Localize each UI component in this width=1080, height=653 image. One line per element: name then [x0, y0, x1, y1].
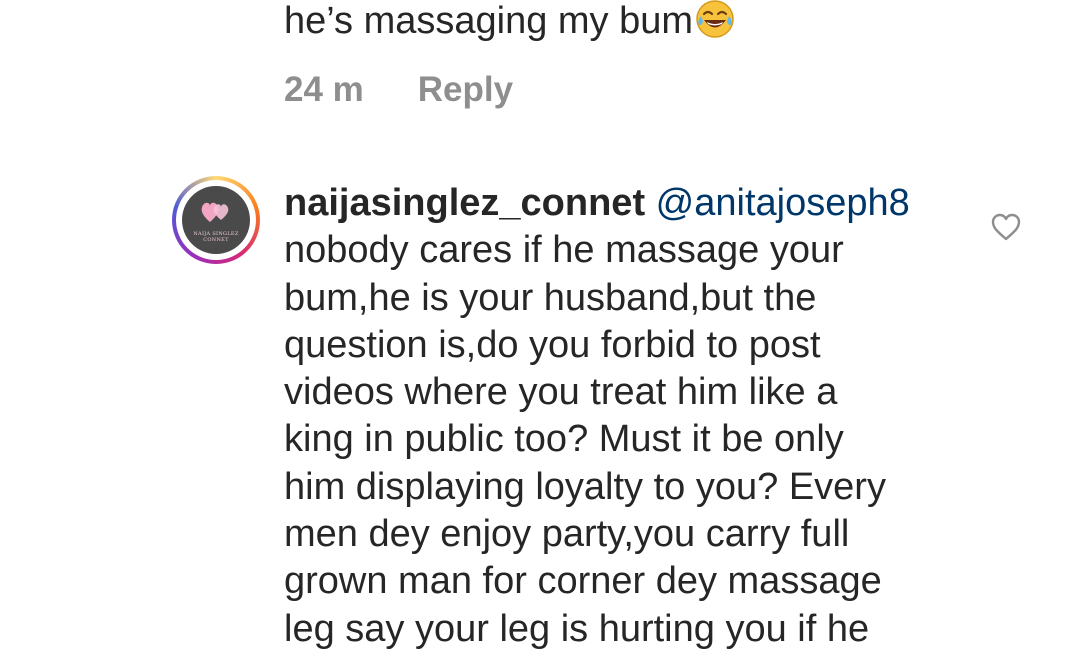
- comment-text-line: him displaying loyalty to you? Every: [284, 465, 886, 508]
- previous-comment-text: he’s massaging my bum: [284, 0, 984, 44]
- comment-text-line: leg say your leg is hurting you if he: [284, 607, 870, 650]
- comment-header: naijasinglez_connet @anitajoseph8: [284, 180, 964, 227]
- avatar-image: NAIJA SINGLEZ CONNET: [182, 186, 250, 254]
- previous-comment-meta: 24 m Reply: [284, 70, 513, 110]
- comment-mention[interactable]: @anitajoseph8: [656, 182, 910, 224]
- avatar[interactable]: NAIJA SINGLEZ CONNET: [172, 176, 260, 264]
- comment-text-line: question is,do you forbid to post: [284, 323, 821, 366]
- heart-outline-icon[interactable]: [990, 212, 1022, 242]
- comment-text-line: grown man for corner dey massage: [284, 560, 882, 603]
- comment-text-line: nobody cares if he massage your: [284, 229, 844, 272]
- reply-button[interactable]: Reply: [418, 70, 513, 110]
- comment-text-line: men dey enjoy party,you carry full: [284, 513, 850, 556]
- comment-text-line: videos where you treat him like a: [284, 371, 838, 414]
- tears-of-joy-emoji-icon: [696, 0, 734, 38]
- previous-comment: he’s massaging my bum: [284, 0, 984, 44]
- comment-timestamp: 24 m: [284, 70, 364, 109]
- hearts-logo-icon: [201, 202, 229, 222]
- previous-comment-line: he’s massaging my bum: [284, 0, 694, 42]
- comment-text-line: bum,he is your husband,but the: [284, 276, 817, 319]
- avatar-ring-gap: NAIJA SINGLEZ CONNET: [176, 180, 256, 260]
- comment-text-line: king in public too? Must it be only: [284, 418, 844, 461]
- comment-username[interactable]: naijasinglez_connet: [284, 182, 645, 224]
- avatar-caption: NAIJA SINGLEZ CONNET: [193, 231, 239, 243]
- comment: naijasinglez_connet @anitajoseph8 nobody…: [284, 180, 964, 653]
